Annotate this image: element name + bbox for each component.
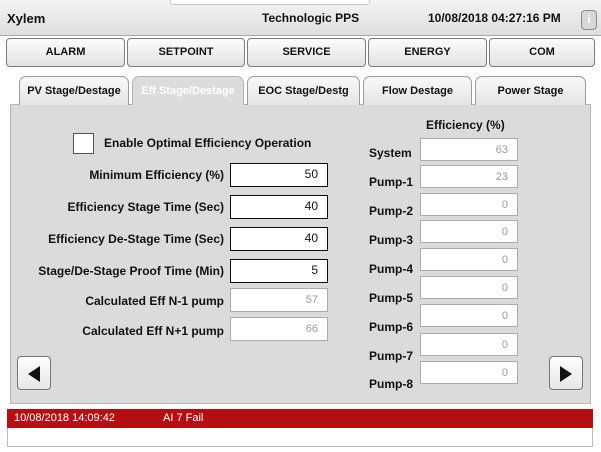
pump-7-label: Pump-7 <box>369 349 414 363</box>
pump-2-label: Pump-2 <box>369 204 414 218</box>
pump-5-efficiency-value: 0 <box>420 276 518 299</box>
pump-8-label: Pump-8 <box>369 377 414 391</box>
efficiency-stage-time-label: Efficiency Stage Time (Sec) <box>67 200 224 214</box>
calc-eff-n-plus-1-value: 66 <box>230 317 328 341</box>
pump-4-efficiency-value: 0 <box>420 248 518 271</box>
proof-time-input[interactable]: 5 <box>230 259 328 283</box>
pump-7-efficiency-value: 0 <box>420 333 518 356</box>
nav-energy-button[interactable]: ENERGY <box>368 38 487 67</box>
pump-3-label: Pump-3 <box>369 233 414 247</box>
calc-eff-n-minus-1-label: Calculated Eff N-1 pump <box>85 294 224 308</box>
efficiency-destage-time-input[interactable]: 40 <box>230 227 328 251</box>
pump-1-efficiency-value: 23 <box>420 165 518 188</box>
pump-4-label: Pump-4 <box>369 262 414 276</box>
minimum-efficiency-input[interactable]: 50 <box>230 163 328 187</box>
info-button[interactable]: i <box>581 10 597 30</box>
triangle-right-icon <box>560 366 572 382</box>
calc-eff-n-minus-1-value: 57 <box>230 288 328 312</box>
system-efficiency-value: 63 <box>420 138 518 161</box>
pump-8-efficiency-value: 0 <box>420 361 518 384</box>
nav-com-button[interactable]: COM <box>489 38 595 67</box>
pump-3-efficiency-value: 0 <box>420 220 518 243</box>
pump-6-efficiency-value: 0 <box>420 304 518 327</box>
nav-alarm-button[interactable]: ALARM <box>6 38 125 67</box>
pump-6-label: Pump-6 <box>369 320 414 334</box>
efficiency-header: Efficiency (%) <box>426 118 505 132</box>
calc-eff-n-plus-1-label: Calculated Eff N+1 pump <box>82 324 224 338</box>
next-page-button[interactable] <box>549 356 583 390</box>
pump-2-efficiency-value: 0 <box>420 193 518 216</box>
pump-1-label: Pump-1 <box>369 175 414 189</box>
header-pull-tab[interactable] <box>170 0 370 5</box>
efficiency-destage-time-label: Efficiency De-Stage Time (Sec) <box>48 232 224 246</box>
tab-pv-stage-destage[interactable]: PV Stage/Destage <box>19 76 129 105</box>
nav-setpoint-button[interactable]: SETPOINT <box>127 38 245 67</box>
proof-time-label: Stage/De-Stage Proof Time (Min) <box>38 264 224 278</box>
previous-page-button[interactable] <box>17 356 51 390</box>
tab-eff-stage-destage[interactable]: Eff Stage/Destage <box>132 76 244 105</box>
tab-power-stage[interactable]: Power Stage <box>475 76 586 105</box>
nav-service-button[interactable]: SERVICE <box>247 38 366 67</box>
app-title: Xylem <box>7 11 46 26</box>
triangle-left-icon <box>28 366 40 382</box>
tab-eoc-stage-destg[interactable]: EOC Stage/Destg <box>247 76 360 105</box>
alarm-timestamp: 10/08/2018 14:09:42 <box>14 412 115 424</box>
tab-flow-destage[interactable]: Flow Destage <box>363 76 472 105</box>
optimal-efficiency-checkbox[interactable] <box>73 133 94 154</box>
app-subtitle: Technologic PPS <box>262 11 360 25</box>
date-time: 10/08/2018 04:27:16 PM <box>428 11 561 25</box>
alarm-message: AI 7 Fail <box>163 412 204 424</box>
system-label: System <box>369 146 412 160</box>
pump-5-label: Pump-5 <box>369 291 414 305</box>
minimum-efficiency-label: Minimum Efficiency (%) <box>89 168 224 182</box>
efficiency-stage-time-input[interactable]: 40 <box>230 195 328 219</box>
optimal-efficiency-label: Enable Optimal Efficiency Operation <box>104 136 312 150</box>
